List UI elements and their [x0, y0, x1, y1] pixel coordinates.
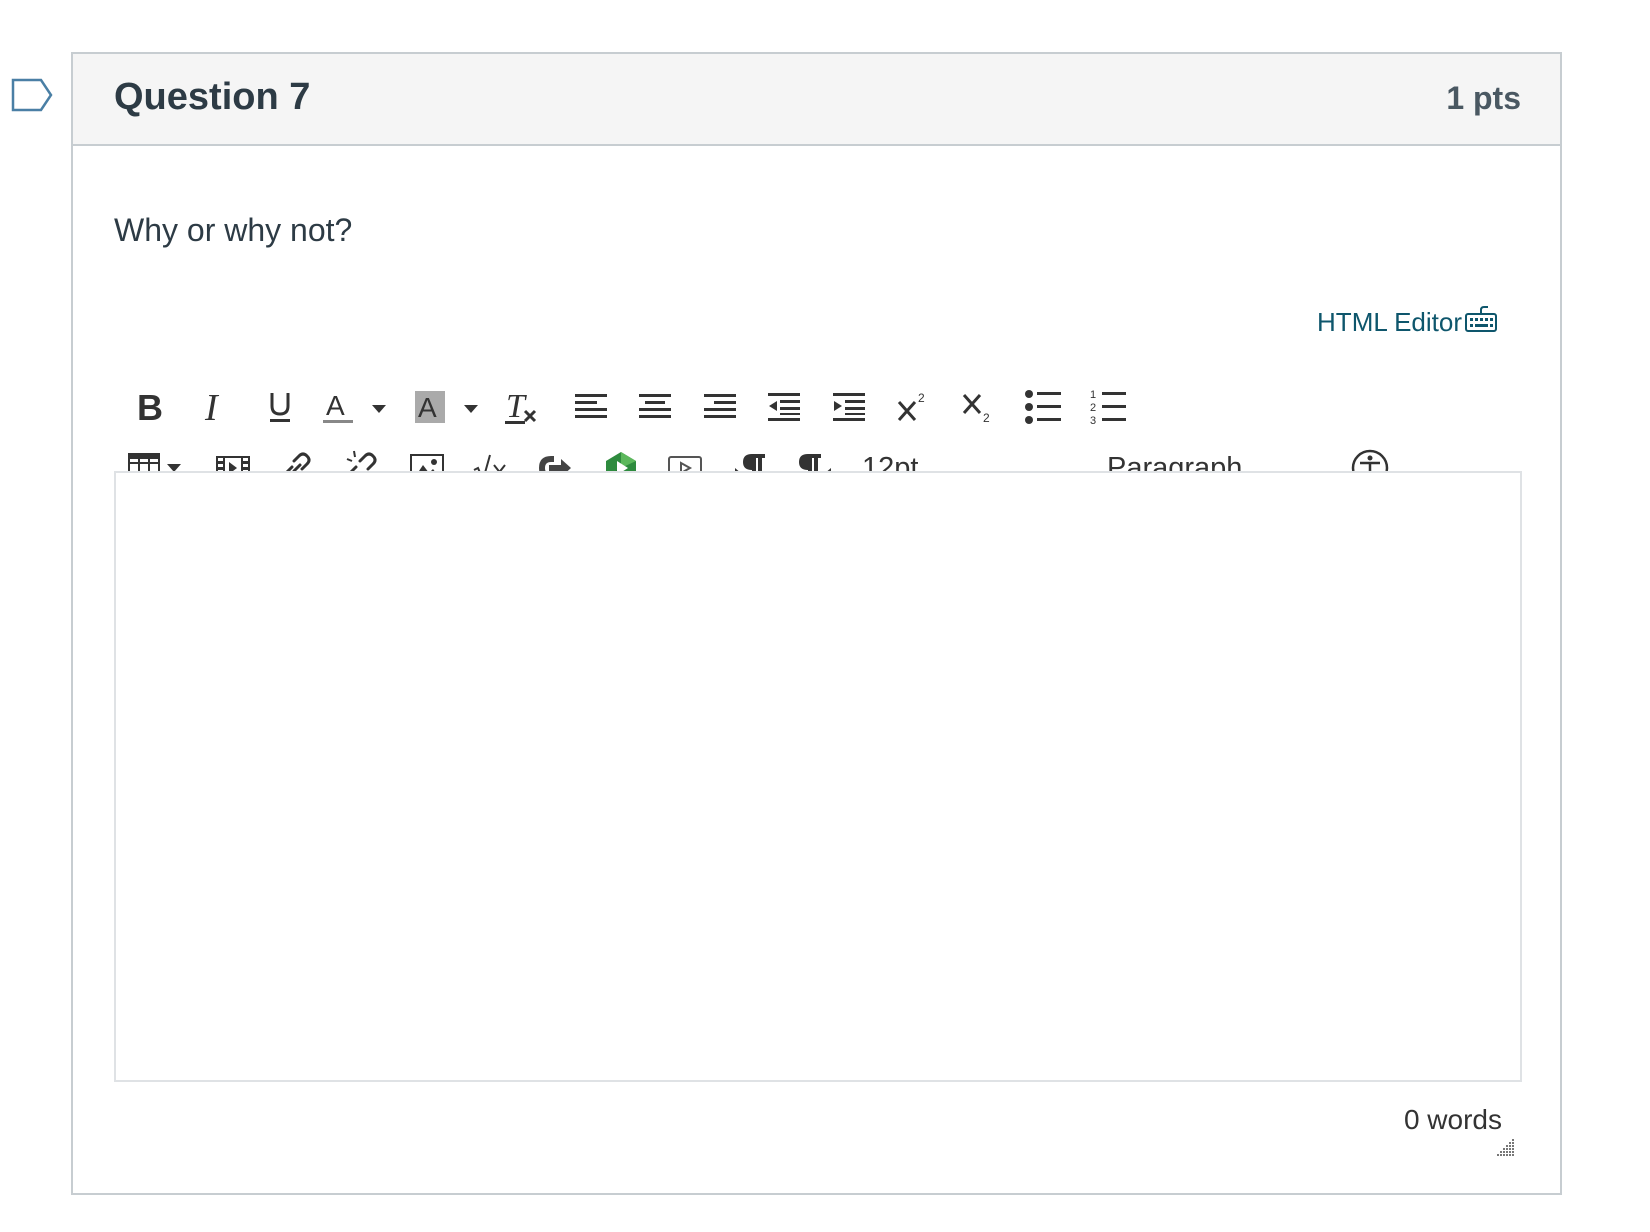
svg-text:2: 2: [1090, 402, 1096, 414]
underline-icon: [270, 393, 290, 422]
svg-text:T: T: [506, 388, 527, 425]
background-color-icon: A: [415, 391, 478, 423]
background-color-button[interactable]: A: [409, 382, 487, 432]
underline-button[interactable]: [258, 382, 302, 432]
svg-text:I: I: [204, 390, 220, 424]
subscript-icon: 2: [962, 394, 990, 425]
question-card: Question 7 1 pts Why or why not? HTML Ed…: [71, 52, 1562, 1195]
numbered-list-icon: 123: [1090, 389, 1126, 425]
align-right-button[interactable]: [698, 382, 742, 432]
question-header: Question 7 1 pts: [73, 54, 1560, 146]
svg-text:B: B: [137, 390, 163, 424]
align-center-icon: [639, 394, 671, 418]
svg-text:A: A: [326, 390, 345, 421]
html-editor-toggle[interactable]: HTML Editor: [1317, 305, 1498, 340]
svg-text:A: A: [418, 392, 437, 423]
svg-text:2: 2: [983, 411, 990, 425]
bold-button[interactable]: B: [127, 382, 171, 432]
rich-text-editor-area[interactable]: [114, 471, 1522, 1082]
align-left-icon: [575, 394, 607, 418]
html-editor-label: HTML Editor: [1317, 307, 1462, 337]
flag-question-icon[interactable]: [11, 78, 53, 112]
question-text: Why or why not?: [114, 212, 353, 248]
bullet-list-icon: [1025, 390, 1061, 424]
subscript-button[interactable]: 2: [957, 382, 1001, 432]
question-title: Question 7: [114, 76, 311, 118]
outdent-icon: [768, 393, 800, 421]
clear-formatting-icon: T: [505, 388, 537, 425]
svg-text:3: 3: [1090, 415, 1096, 425]
svg-text:2: 2: [918, 391, 925, 405]
numbered-list-button[interactable]: 123: [1086, 382, 1130, 432]
resize-handle-icon[interactable]: [1495, 1137, 1515, 1157]
bold-icon: B: [137, 390, 163, 424]
align-right-icon: [704, 394, 736, 418]
italic-icon: I: [204, 390, 220, 424]
superscript-icon: 2: [897, 391, 925, 421]
indent-icon: [833, 393, 865, 421]
outdent-button[interactable]: [762, 382, 806, 432]
text-color-icon: A: [323, 390, 386, 423]
question-points: 1 pts: [1446, 80, 1521, 116]
clear-formatting-button[interactable]: T: [500, 382, 544, 432]
superscript-button[interactable]: 2: [892, 382, 936, 432]
align-center-button[interactable]: [633, 382, 677, 432]
italic-button[interactable]: I: [193, 382, 237, 432]
text-color-button[interactable]: A: [317, 382, 395, 432]
align-left-button[interactable]: [569, 382, 613, 432]
indent-button[interactable]: [827, 382, 871, 432]
word-count: 0 words: [1403, 1104, 1502, 1135]
svg-text:1: 1: [1090, 389, 1096, 401]
bullet-list-button[interactable]: [1021, 382, 1065, 432]
keyboard-icon: [1462, 305, 1498, 340]
